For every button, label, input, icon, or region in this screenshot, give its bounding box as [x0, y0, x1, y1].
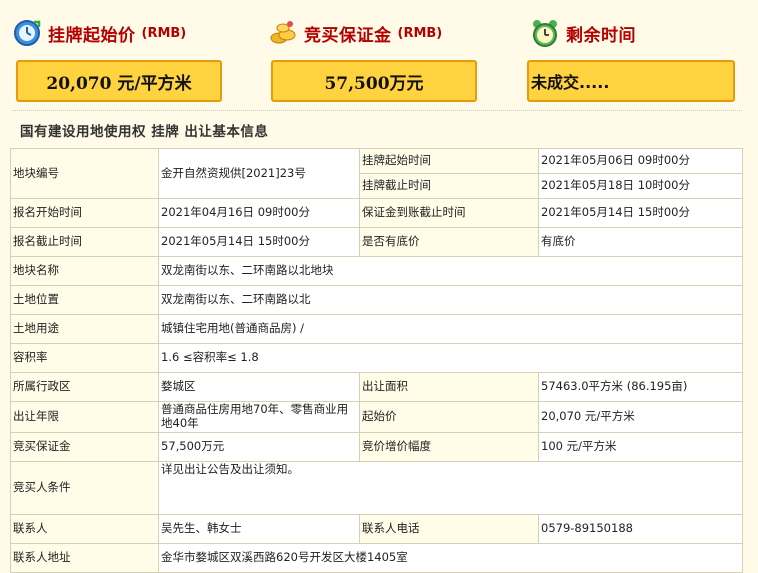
table-label: 挂牌截止时间	[359, 173, 539, 199]
alarm-clock-icon	[530, 18, 560, 48]
table-label: 保证金到账截止时间	[359, 198, 539, 228]
table-value: 1.6 ≤容积率≤ 1.8	[158, 343, 743, 373]
table-value: 2021年04月16日 09时00分	[158, 198, 360, 228]
coins-icon	[268, 18, 298, 48]
table-label: 土地用途	[10, 314, 159, 344]
deposit-label: 竞买保证金	[304, 25, 392, 46]
table-label: 报名开始时间	[10, 198, 159, 228]
table-value: 双龙南街以东、二环南路以北地块	[158, 256, 743, 286]
land-info-table: 地块编号 金开自然资规供[2021]23号 挂牌起始时间 2021年05月06日…	[10, 148, 743, 573]
table-row: 土地用途 城镇住宅用地(普通商品房) /	[10, 314, 743, 344]
table-row: 土地位置 双龙南街以东、二环南路以北	[10, 285, 743, 315]
table-value: 普通商品住房用地70年、零售商业用地40年	[158, 401, 360, 433]
table-row: 出让年限 普通商品住房用地70年、零售商业用地40年 起始价 20,070 元/…	[10, 401, 743, 433]
start-price-value: 20,070 元/平方米	[16, 60, 222, 102]
table-value: 2021年05月06日 09时00分	[538, 148, 743, 174]
table-value: 详见出让公告及出让须知。	[158, 460, 743, 515]
table-value: 57,500万元	[158, 431, 360, 462]
table-row: 所属行政区 婺城区 出让面积 57463.0平方米 (86.195亩)	[10, 372, 743, 402]
table-row: 联系人 吴先生、韩女士 联系人电话 0579-89150188	[10, 513, 743, 544]
table-value: 2021年05月18日 10时00分	[538, 173, 743, 199]
table-label: 出让面积	[359, 372, 539, 402]
table-row: 地块名称 双龙南街以东、二环南路以北地块	[10, 256, 743, 286]
table-label: 竞价增价幅度	[359, 431, 539, 462]
table-label: 起始价	[359, 401, 539, 433]
section-title: 国有建设用地使用权 挂牌 出让基本信息	[20, 124, 269, 140]
table-label: 报名截止时间	[10, 227, 159, 257]
table-value: 金开自然资规供[2021]23号	[158, 148, 360, 199]
table-label: 是否有底价	[359, 227, 539, 257]
table-label: 联系人电话	[359, 513, 539, 544]
table-value: 2021年05月14日 15时00分	[538, 198, 743, 228]
table-value: 2021年05月14日 15时00分	[158, 227, 360, 257]
table-row: 报名截止时间 2021年05月14日 15时00分 是否有底价 有底价	[10, 227, 743, 257]
remaining-value: 未成交.....	[527, 60, 735, 102]
table-label: 竞买保证金	[10, 431, 159, 462]
table-label: 竞买人条件	[10, 460, 159, 515]
table-value: 婺城区	[158, 372, 360, 402]
table-row: 报名开始时间 2021年04月16日 09时00分 保证金到账截止时间 2021…	[10, 198, 743, 228]
deposit-unit: (RMB)	[397, 25, 443, 41]
table-label: 联系人地址	[10, 542, 159, 573]
remaining-label: 剩余时间	[566, 25, 636, 46]
header-labels: 挂牌起始价 (RMB) 竞买保证金 (RMB) 剩余时间	[12, 18, 752, 54]
table-row: 容积率 1.6 ≤容积率≤ 1.8	[10, 343, 743, 373]
table-label: 地块名称	[10, 256, 159, 286]
table-value: 20,070 元/平方米	[538, 401, 743, 433]
table-label: 所属行政区	[10, 372, 159, 402]
table-label: 出让年限	[10, 401, 159, 433]
table-value: 双龙南街以东、二环南路以北	[158, 285, 743, 315]
table-value: 有底价	[538, 227, 743, 257]
table-value: 57463.0平方米 (86.195亩)	[538, 372, 743, 402]
divider	[12, 110, 742, 111]
remaining-heading: 剩余时间	[530, 18, 636, 48]
table-row: 竞买保证金 57,500万元 竞价增价幅度 100 元/平方米	[10, 431, 743, 462]
deposit-value: 57,500万元	[271, 60, 477, 102]
start-price-unit: (RMB)	[141, 25, 187, 41]
table-label: 挂牌起始时间	[359, 148, 539, 174]
start-price-heading: 挂牌起始价 (RMB)	[12, 18, 186, 48]
table-row: 联系人地址 金华市婺城区双溪西路620号开发区大楼1405室	[10, 542, 743, 573]
table-value: 吴先生、韩女士	[158, 513, 360, 544]
deposit-heading: 竞买保证金 (RMB)	[268, 18, 442, 48]
table-value: 金华市婺城区双溪西路620号开发区大楼1405室	[158, 542, 743, 573]
table-label: 联系人	[10, 513, 159, 544]
table-label: 容积率	[10, 343, 159, 373]
start-price-label: 挂牌起始价	[48, 25, 136, 46]
table-value: 0579-89150188	[538, 513, 743, 544]
header-values: 20,070 元/平方米 57,500万元 未成交.....	[16, 60, 736, 102]
table-label: 地块编号	[10, 148, 159, 199]
table-value: 城镇住宅用地(普通商品房) /	[158, 314, 743, 344]
clock-arrow-icon	[12, 18, 42, 48]
table-row: 地块编号 金开自然资规供[2021]23号 挂牌起始时间 2021年05月06日…	[10, 148, 743, 199]
table-row: 竞买人条件 详见出让公告及出让须知。	[10, 460, 743, 515]
table-value: 100 元/平方米	[538, 431, 743, 462]
table-label: 土地位置	[10, 285, 159, 315]
